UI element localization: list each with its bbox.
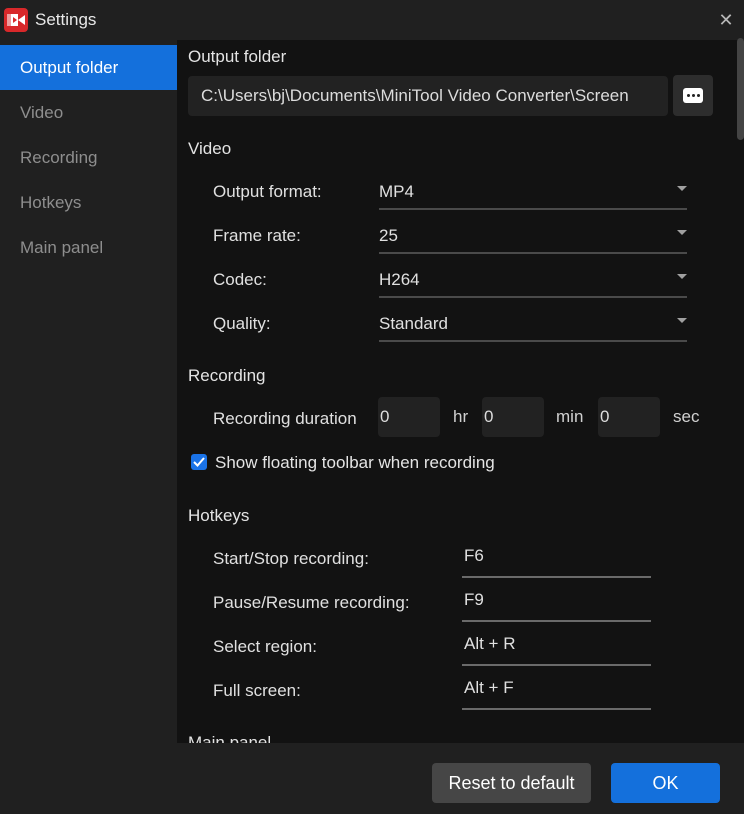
pause-resume-label: Pause/Resume recording:: [213, 593, 410, 612]
start-stop-hotkey-field[interactable]: F6: [462, 540, 651, 578]
duration-hours-input[interactable]: 0: [378, 397, 440, 437]
title-bar: Settings ✕: [0, 0, 744, 40]
seconds-unit-label: sec: [673, 407, 700, 426]
settings-content: Output folder C:\Users\bj\Documents\Mini…: [177, 40, 744, 743]
reset-to-default-button[interactable]: Reset to default: [432, 763, 591, 803]
sidebar-item-video[interactable]: Video: [0, 90, 177, 135]
sidebar-item-output-folder[interactable]: Output folder: [0, 45, 177, 90]
video-heading: Video: [188, 139, 232, 158]
select-region-label: Select region:: [213, 637, 317, 656]
frame-rate-value: 25: [379, 226, 398, 245]
sidebar-item-hotkeys[interactable]: Hotkeys: [0, 180, 177, 225]
chevron-down-icon: [677, 318, 687, 323]
pause-resume-hotkey-value: F9: [464, 590, 484, 609]
output-folder-heading: Output folder: [188, 47, 287, 66]
floating-toolbar-checkbox[interactable]: [191, 454, 207, 470]
select-region-hotkey-value: Alt + R: [464, 634, 516, 653]
select-region-hotkey-field[interactable]: Alt + R: [462, 628, 651, 666]
ok-button[interactable]: OK: [611, 763, 720, 803]
window-title: Settings: [35, 10, 97, 29]
full-screen-hotkey-field[interactable]: Alt + F: [462, 672, 651, 710]
minutes-unit-label: min: [556, 407, 584, 426]
full-screen-hotkey-value: Alt + F: [464, 678, 514, 697]
recording-duration-label: Recording duration: [213, 409, 357, 428]
quality-label: Quality:: [213, 314, 271, 333]
more-dots-icon: [683, 88, 703, 103]
quality-value: Standard: [379, 314, 448, 333]
hotkeys-heading: Hotkeys: [188, 506, 250, 525]
full-screen-label: Full screen:: [213, 681, 301, 700]
recording-heading: Recording: [188, 366, 266, 385]
codec-value: H264: [379, 270, 420, 289]
codec-dropdown[interactable]: H264: [379, 264, 687, 298]
sidebar: Output folder Video Recording Hotkeys Ma…: [0, 40, 177, 743]
chevron-down-icon: [677, 274, 687, 279]
output-format-label: Output format:: [213, 182, 322, 201]
content-scrollbar[interactable]: [737, 38, 744, 140]
frame-rate-dropdown[interactable]: 25: [379, 220, 687, 254]
pause-resume-hotkey-field[interactable]: F9: [462, 584, 651, 622]
browse-folder-button[interactable]: [673, 75, 713, 116]
codec-label: Codec:: [213, 270, 267, 289]
sidebar-item-recording[interactable]: Recording: [0, 135, 177, 180]
hours-unit-label: hr: [453, 407, 469, 426]
output-format-value: MP4: [379, 182, 414, 201]
chevron-down-icon: [677, 230, 687, 235]
duration-seconds-input[interactable]: 0: [598, 397, 660, 437]
floating-toolbar-label[interactable]: Show floating toolbar when recording: [215, 453, 495, 473]
video-camera-icon: [4, 8, 28, 32]
start-stop-hotkey-value: F6: [464, 546, 484, 565]
output-format-dropdown[interactable]: MP4: [379, 176, 687, 210]
duration-minutes-input[interactable]: 0: [482, 397, 544, 437]
close-icon[interactable]: ✕: [714, 8, 738, 32]
frame-rate-label: Frame rate:: [213, 226, 301, 245]
chevron-down-icon: [677, 186, 687, 191]
main-panel-heading: Main panel: [188, 733, 272, 743]
quality-dropdown[interactable]: Standard: [379, 308, 687, 342]
start-stop-label: Start/Stop recording:: [213, 549, 369, 568]
sidebar-item-main-panel[interactable]: Main panel: [0, 225, 177, 270]
dialog-footer: Reset to default OK: [0, 743, 744, 814]
output-path-field[interactable]: C:\Users\bj\Documents\MiniTool Video Con…: [188, 76, 668, 116]
